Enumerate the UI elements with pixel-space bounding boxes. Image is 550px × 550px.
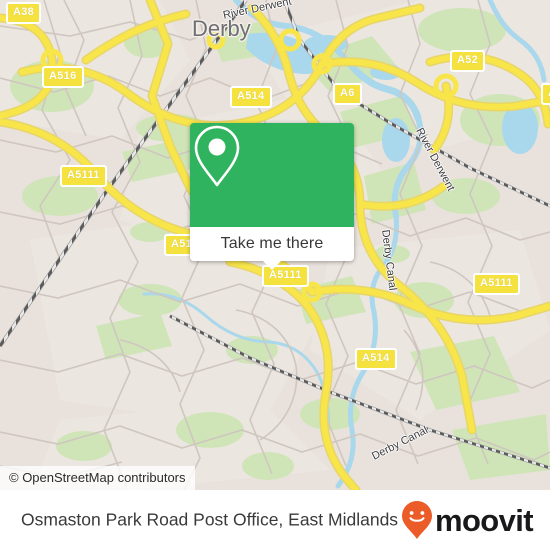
- map-canvas[interactable]: Derby River Derwent River Derwent Derby …: [0, 0, 550, 490]
- road-shield-a6[interactable]: A6: [333, 83, 362, 105]
- road-shield-a38[interactable]: A38: [6, 2, 42, 24]
- road-shield-a52[interactable]: A52: [450, 50, 486, 72]
- moovit-pin-smiley-icon: [401, 501, 432, 539]
- callout-tail: [263, 261, 281, 270]
- take-me-there-button[interactable]: Take me there: [190, 227, 354, 261]
- location-callout-card[interactable]: Take me there: [190, 123, 354, 270]
- moovit-brand[interactable]: moovit: [401, 500, 534, 540]
- page-title: Osmaston Park Road Post Office, East Mid…: [21, 509, 399, 530]
- moovit-map-screenshot: Derby River Derwent River Derwent Derby …: [0, 0, 550, 550]
- road-shield-a514-top[interactable]: A514: [230, 86, 272, 108]
- moovit-wordmark: moovit: [434, 502, 534, 538]
- road-shield-a5111-right[interactable]: A5111: [473, 273, 520, 295]
- callout-pin-area: [190, 123, 354, 227]
- road-shield-a516[interactable]: A516: [42, 66, 84, 88]
- map-pin-icon: [194, 125, 240, 187]
- map-place-label-derby: Derby: [192, 16, 251, 41]
- road-shield-a-edge[interactable]: A: [541, 83, 550, 105]
- road-shield-a514-bottom[interactable]: A514: [355, 348, 397, 370]
- openstreetmap-attribution[interactable]: © OpenStreetMap contributors: [0, 466, 195, 490]
- road-shield-a5111-left[interactable]: A5111: [60, 165, 107, 187]
- footer-bar: Osmaston Park Road Post Office, East Mid…: [0, 490, 550, 550]
